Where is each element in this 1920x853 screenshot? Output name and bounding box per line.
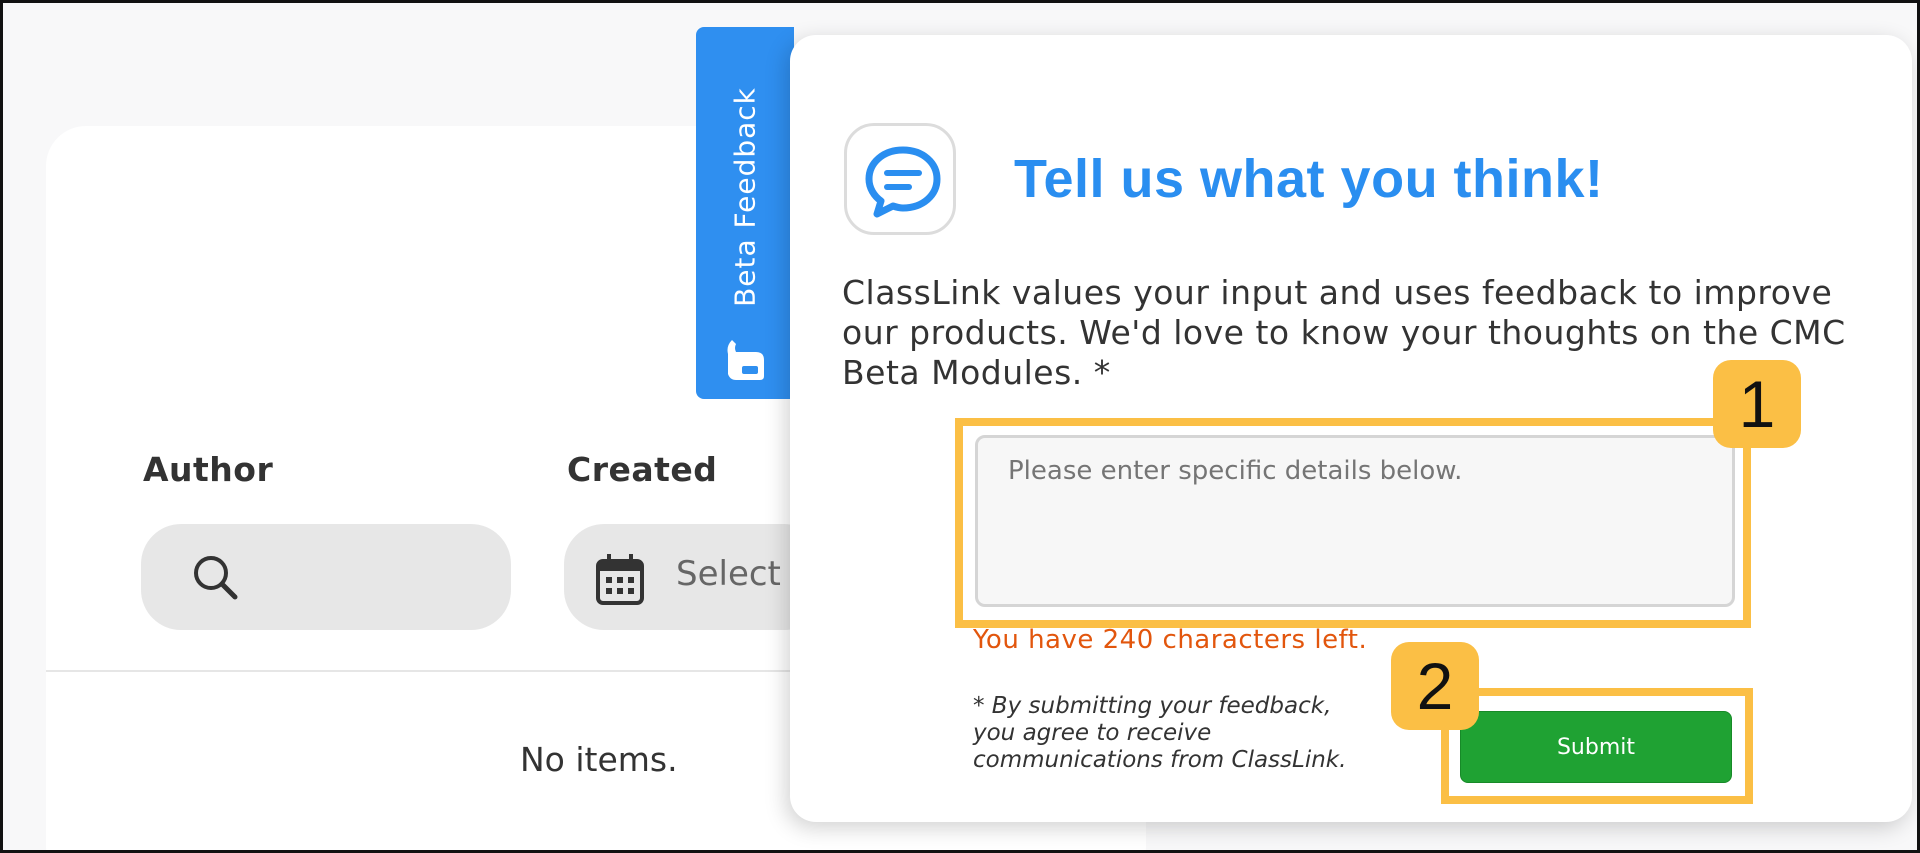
- feedback-title: Tell us what you think!: [1014, 149, 1604, 209]
- date-picker-placeholder: Select: [676, 554, 781, 594]
- empty-list-message: No items.: [520, 740, 678, 779]
- highlight-textarea-box: [955, 418, 1751, 628]
- search-icon: [194, 556, 238, 600]
- author-filter-label: Author: [143, 450, 274, 489]
- chat-bubble-icon: [865, 146, 941, 218]
- thumbs-up-icon: [727, 340, 764, 380]
- created-date-picker[interactable]: Select: [564, 524, 824, 630]
- feedback-disclaimer: * By submitting your feedback, you agree…: [973, 693, 1347, 773]
- chat-icon-container: [844, 123, 956, 235]
- callout-badge-2: 2: [1391, 642, 1479, 730]
- calendar-icon: [596, 554, 644, 605]
- author-search-input[interactable]: [141, 524, 511, 630]
- characters-left-counter: You have 240 characters left.: [973, 625, 1368, 655]
- created-filter-label: Created: [567, 450, 718, 489]
- beta-feedback-tab[interactable]: Beta Feedback: [696, 27, 794, 399]
- beta-feedback-tab-label: Beta Feedback: [728, 87, 762, 307]
- highlight-submit-box: [1441, 688, 1753, 804]
- callout-badge-1: 1: [1713, 360, 1801, 448]
